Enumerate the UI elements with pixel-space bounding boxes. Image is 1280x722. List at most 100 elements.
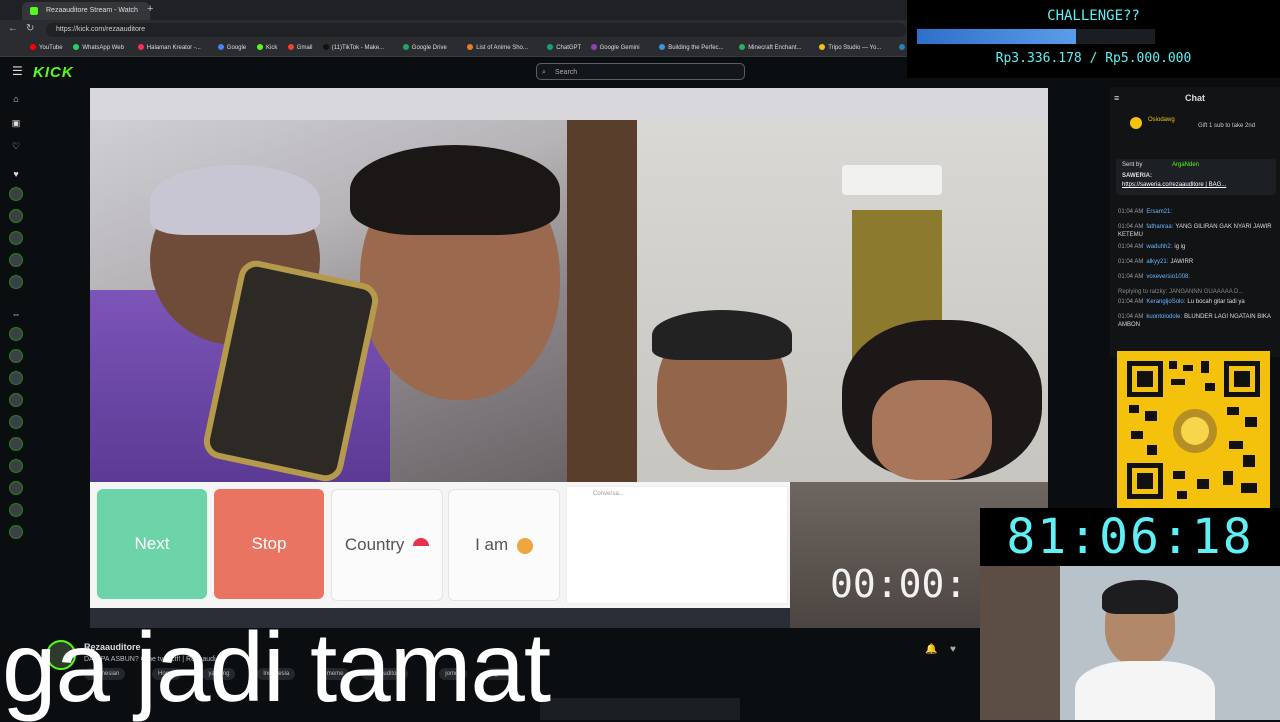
chat-message: 01:04 AM waduhh2: ig ig: [1118, 243, 1276, 251]
bookmark-item[interactable]: Building the Perfec...: [659, 43, 724, 53]
bookmark-item[interactable]: Tripo Studio — Yo...: [819, 43, 881, 53]
bookmark-label: Building the Perfec...: [668, 45, 724, 51]
channel-avatar[interactable]: [9, 253, 23, 267]
message-user[interactable]: KerangljoSolo:: [1146, 299, 1185, 305]
bookmark-favicon-icon: [402, 44, 409, 51]
channel-avatar[interactable]: [9, 327, 23, 341]
channel-avatar[interactable]: [9, 503, 23, 517]
bookmark-item[interactable]: Google Gemini: [590, 43, 640, 53]
back-icon[interactable]: ←: [8, 23, 18, 34]
chat-message: 01:04 AM alkyy21: JAWIRR: [1118, 258, 1276, 266]
message-time: 01:04 AM: [1118, 314, 1144, 320]
message-time: 01:04 AM: [1118, 244, 1144, 250]
message-text: Lu bocah gitar tadi ya: [1187, 299, 1245, 305]
bookmark-favicon-icon: [73, 44, 80, 51]
channel-avatar[interactable]: [9, 525, 23, 539]
menu-icon[interactable]: ☰: [12, 64, 23, 78]
channel-avatar[interactable]: [9, 275, 23, 289]
next-button[interactable]: Next: [97, 489, 207, 599]
follow-heart-icon[interactable]: ♥: [950, 644, 956, 655]
challenge-progress-track: [917, 29, 1155, 44]
challenge-overlay: CHALLENGE?? Rp3.336.178 / Rp5.000.000: [907, 0, 1280, 78]
channel-avatar[interactable]: [9, 393, 23, 407]
stream-video[interactable]: Next Stop Country I am Conversa... 00:00…: [90, 88, 1048, 628]
browse-icon[interactable]: ▣: [11, 118, 21, 128]
reload-icon[interactable]: ↻: [26, 23, 34, 34]
channel-avatar[interactable]: [9, 371, 23, 385]
bookmark-item[interactable]: Google: [217, 43, 247, 53]
channel-avatar[interactable]: [9, 209, 23, 223]
kick-logo[interactable]: KICK: [33, 64, 74, 81]
bookmark-item[interactable]: List of Anime Sho...: [467, 43, 528, 53]
challenge-amount: Rp3.336.178 / Rp5.000.000: [995, 51, 1192, 66]
bell-icon[interactable]: 🔔: [925, 644, 937, 655]
left-sidebar: ⌂ ▣ ♡ ♥ ⇔: [0, 87, 32, 647]
windows-taskbar: [540, 698, 740, 720]
bookmark-item[interactable]: (11)TikTok - Make...: [322, 43, 384, 53]
bookmark-item[interactable]: Minecraft Enchant...: [739, 43, 802, 53]
message-time: 01:04 AM: [1118, 224, 1144, 230]
bookmark-label: List of Anime Sho...: [476, 45, 528, 51]
sent-by-user: ArgaNden: [1172, 162, 1200, 168]
channel-avatar[interactable]: [9, 481, 23, 495]
person-face: [872, 380, 992, 480]
search-input[interactable]: Search: [536, 63, 745, 80]
text-chat-box[interactable]: Conversa...: [566, 486, 788, 604]
message-time: 01:04 AM: [1118, 299, 1144, 305]
bookmark-favicon-icon: [322, 44, 329, 51]
bookmark-item[interactable]: WhatsApp Web: [73, 43, 124, 53]
message-user[interactable]: kuontolodole:: [1146, 314, 1182, 320]
stop-button[interactable]: Stop: [214, 489, 324, 599]
small-timer: 00:00:: [830, 562, 968, 606]
heart-icon[interactable]: ♡: [11, 141, 21, 151]
stranger-camera-feed: [567, 120, 1048, 482]
new-tab-icon[interactable]: +: [147, 3, 153, 15]
country-label: Country: [344, 535, 405, 554]
bookmark-item[interactable]: Google Drive: [402, 43, 447, 53]
bookmark-item[interactable]: YouTube: [30, 43, 63, 53]
following-icon[interactable]: ♥: [11, 169, 21, 179]
bookmark-favicon-icon: [137, 44, 144, 51]
message-time: 01:04 AM: [1118, 259, 1144, 265]
channel-avatar[interactable]: [9, 415, 23, 429]
channel-avatar[interactable]: [9, 459, 23, 473]
pinned-user: Osiodawg: [1148, 117, 1175, 123]
country-button[interactable]: Country: [331, 489, 443, 601]
stream-timer: 81:06:18: [980, 508, 1280, 566]
reply-note: Replying to ratzky: JANGANNN GUAAAAA D..…: [1118, 289, 1244, 295]
recommended-icon[interactable]: ⇔: [11, 309, 21, 319]
pinned-text: Gift 1 sub to take 2nd: [1198, 123, 1256, 129]
streamer-webcam: [980, 566, 1280, 720]
url-field[interactable]: https://kick.com/rezaauditore: [46, 23, 906, 37]
bookmark-item[interactable]: Gmail: [287, 43, 312, 53]
sent-by-label: Sent by: [1122, 162, 1143, 168]
gift-badge-icon: [1130, 117, 1142, 129]
bookmark-favicon-icon: [739, 44, 746, 51]
channel-avatar[interactable]: [9, 187, 23, 201]
saweria-label: SAWERIA:: [1122, 173, 1152, 179]
message-user[interactable]: fathanraa:: [1146, 224, 1173, 230]
i-am-button[interactable]: I am: [448, 489, 560, 601]
bookmark-item[interactable]: Halaman Kreator -...: [137, 43, 201, 53]
message-user[interactable]: waduhh2:: [1146, 244, 1172, 250]
saweria-link[interactable]: https://saweria.co/rezaauditore | BAG...: [1122, 182, 1226, 188]
bookmark-item[interactable]: Kick: [257, 43, 277, 53]
home-icon[interactable]: ⌂: [11, 94, 21, 104]
channel-avatar[interactable]: [9, 231, 23, 245]
bookmark-label: Google: [226, 45, 247, 51]
bookmark-label: Minecraft Enchant...: [748, 45, 802, 51]
challenge-title: CHALLENGE??: [1047, 8, 1140, 24]
channel-avatar[interactable]: [9, 349, 23, 363]
bookmark-item[interactable]: ChatGPT: [547, 43, 581, 53]
message-user[interactable]: alkyy21:: [1146, 259, 1168, 265]
user-camera-feed: [90, 120, 567, 485]
chat-message: 01:04 AM KerangljoSolo: Lu bocah gitar tad…: [1118, 298, 1276, 306]
channel-avatar[interactable]: [9, 437, 23, 451]
control-panel: Next Stop Country I am Conversa...: [90, 482, 790, 608]
message-user[interactable]: voxeversio1008:: [1146, 274, 1190, 280]
bookmark-favicon-icon: [30, 44, 36, 51]
bookmark-favicon-icon: [547, 44, 554, 51]
browser-tab[interactable]: Rezaauditore Stream - Watch: [22, 2, 150, 20]
bookmark-label: Halaman Kreator -...: [146, 45, 201, 51]
message-user[interactable]: Ersam21:: [1146, 209, 1172, 215]
